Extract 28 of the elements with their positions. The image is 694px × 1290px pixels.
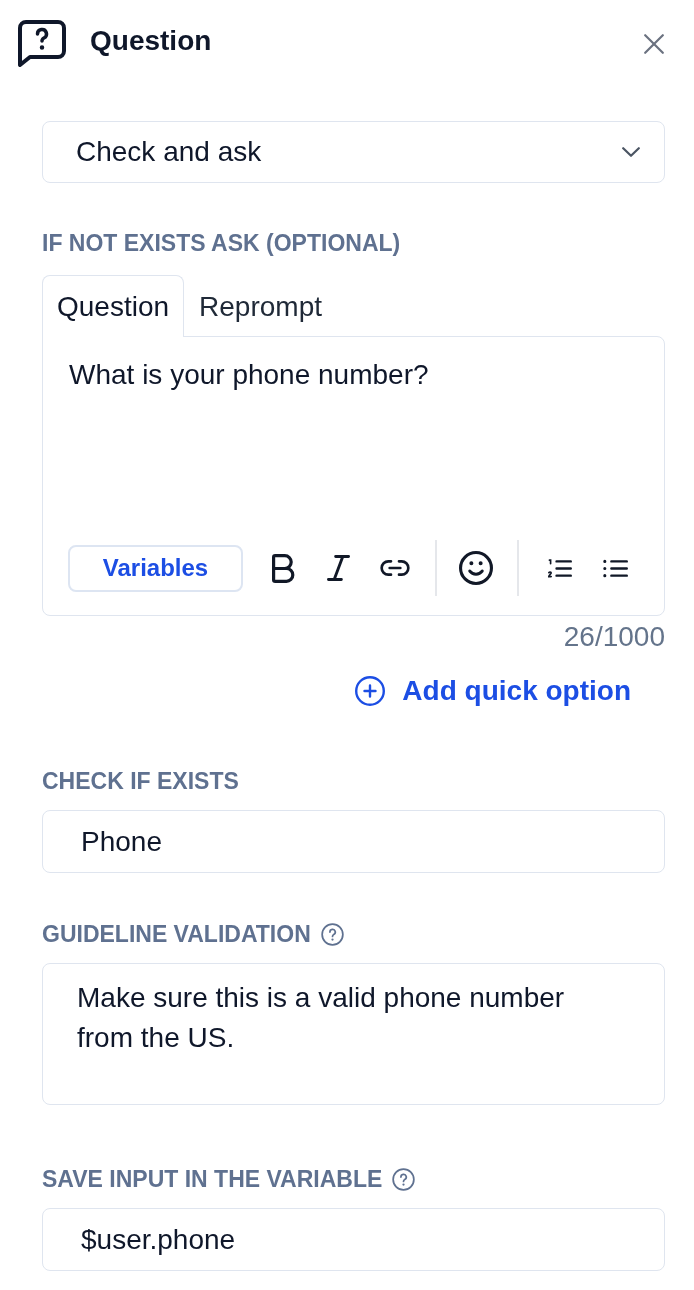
chevron-down-icon [622, 147, 640, 157]
variables-button[interactable]: Variables [68, 544, 243, 592]
message-editor[interactable]: What is your phone number? Variables [42, 336, 665, 616]
panel-title: Question [90, 23, 212, 58]
section-label: SAVE INPUT IN THE VARIABLE [42, 1165, 383, 1193]
tab[interactable]: Reprompt [184, 275, 337, 337]
plus-circle-icon [355, 676, 386, 706]
tab[interactable]: Question [42, 275, 185, 337]
section-label: IF NOT EXISTS ASK (OPTIONAL) [42, 229, 402, 257]
numbered-list-icon[interactable] [547, 558, 572, 578]
section-label: GUIDELINE VALIDATION [42, 920, 311, 948]
text-input[interactable]: $user.phone [42, 1208, 665, 1271]
section-label: CHECK IF EXISTS [42, 767, 239, 795]
message-text: What is your phone number? [68, 358, 430, 392]
close-icon[interactable] [644, 33, 664, 54]
help-icon[interactable] [320, 922, 344, 946]
help-icon[interactable] [392, 1167, 416, 1191]
link-icon[interactable] [380, 560, 410, 576]
bold-icon[interactable] [272, 553, 296, 583]
mode-select[interactable]: Check and ask [42, 121, 665, 183]
italic-icon[interactable] [327, 555, 350, 581]
question-bubble-icon [18, 20, 66, 67]
add-quick-option-button[interactable]: Add quick option [355, 675, 631, 707]
textarea-field[interactable]: Make sure this is a valid phone number from the US. [42, 963, 665, 1105]
bullet-list-icon[interactable] [603, 558, 628, 578]
text-input[interactable]: Phone [42, 810, 665, 873]
character-count: 26/1000 [563, 621, 665, 653]
smiley-icon[interactable] [459, 551, 493, 585]
